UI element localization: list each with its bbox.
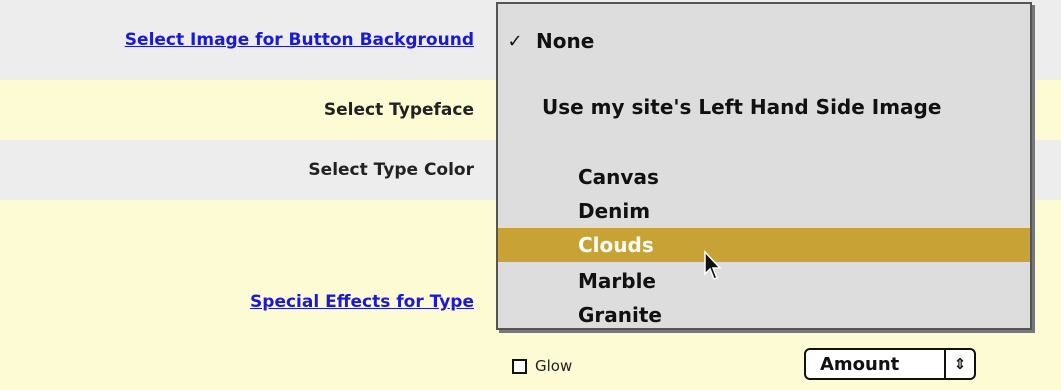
up-down-arrows-icon: ⇕ [944, 350, 974, 378]
menu-item-label: Marble [578, 269, 656, 293]
menu-item-denim[interactable]: Denim [498, 194, 1030, 228]
menu-item-label: Granite [578, 303, 662, 327]
background-image-menu: ✓ None Use my site's Left Hand Side Imag… [496, 2, 1032, 330]
button-background-link[interactable]: Select Image for Button Background [125, 30, 474, 50]
menu-item-left-hand-image[interactable]: Use my site's Left Hand Side Image [498, 90, 1030, 124]
special-effects-link[interactable]: Special Effects for Type [250, 292, 474, 312]
glow-checkbox[interactable] [512, 358, 527, 374]
menu-item-label: Canvas [578, 165, 659, 189]
menu-item-label: None [536, 29, 595, 53]
glow-label: Glow [535, 357, 573, 375]
menu-item-granite[interactable]: Granite [498, 298, 1030, 332]
menu-item-marble[interactable]: Marble [498, 264, 1030, 298]
mouse-pointer-icon [704, 250, 722, 280]
glow-option[interactable]: Glow [512, 357, 572, 375]
menu-item-label: Use my site's Left Hand Side Image [542, 95, 942, 119]
type-color-label: Select Type Color [308, 160, 474, 180]
menu-item-label: Clouds [578, 233, 654, 257]
menu-item-canvas[interactable]: Canvas [498, 160, 1030, 194]
menu-item-clouds[interactable]: Clouds [498, 228, 1030, 262]
menu-item-none[interactable]: ✓ None [498, 24, 1030, 58]
menu-item-label: Denim [578, 199, 651, 223]
typeface-label: Select Typeface [323, 100, 474, 120]
amount-popup[interactable]: Amount ⇕ [804, 348, 976, 380]
amount-label: Amount [820, 353, 900, 375]
checkmark-icon: ✓ [507, 30, 523, 52]
